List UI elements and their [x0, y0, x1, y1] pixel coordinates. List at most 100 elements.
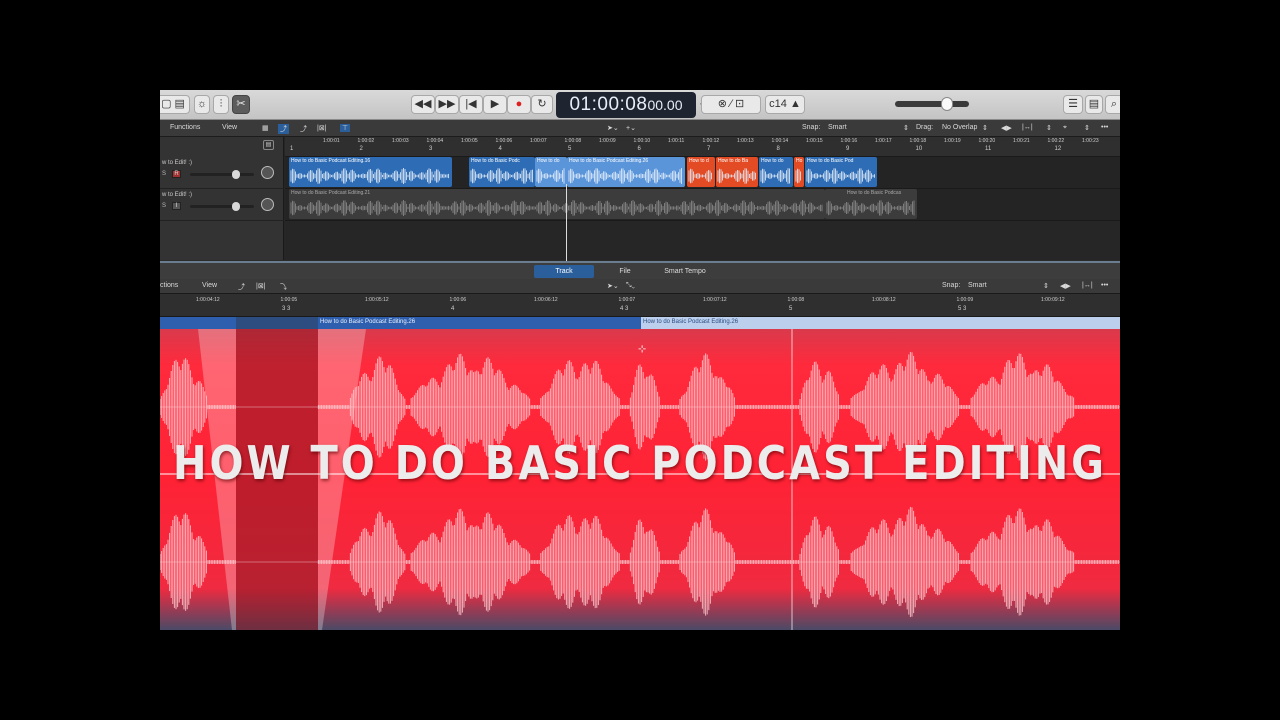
- audio-waveform-editor[interactable]: ⊹ HOW TO DO BASIC PODCAST EDITING: [160, 329, 1120, 630]
- tab-track[interactable]: Track: [534, 265, 594, 278]
- fader-knob[interactable]: [232, 170, 240, 179]
- editor-header: ctions View ⤴ |⊠| ⤵ ➤⌄ ⤡⌄ Snap: Smart ⇕ …: [160, 279, 1120, 294]
- flex-icon[interactable]: |⊠|: [256, 282, 266, 290]
- ruler-timecode: 1:00:06: [449, 297, 467, 303]
- drag-value[interactable]: No Overlap: [942, 124, 977, 131]
- region-selected[interactable]: How to do Basic Podcast Editing.26: [567, 157, 685, 187]
- waveform-zoom-icon[interactable]: ◀▶: [1060, 282, 1071, 290]
- bar-ruler[interactable]: 1:00:01 1:00:02 1:00:03 1:00:04 1:00:05 1:00:…: [285, 137, 1120, 157]
- editor-region-bar[interactable]: How to do Basic Podcast Editing.26 How t…: [160, 317, 1120, 329]
- automation-icon[interactable]: ⤴: [278, 124, 289, 134]
- ruler-bar-number: 11: [985, 146, 992, 152]
- drag-chevron-icon[interactable]: ⇕: [982, 124, 988, 132]
- track-header-2[interactable]: w to Edit! :) S I: [160, 189, 284, 221]
- view-menu[interactable]: View: [202, 282, 217, 289]
- tuner-metronome-group[interactable]: ⊗ ⁄ ⊡: [701, 95, 761, 114]
- ruler-timecode: 1:00:06: [495, 138, 513, 144]
- fader-knob[interactable]: [232, 202, 240, 211]
- rewind-icon[interactable]: ◀◀: [411, 95, 435, 114]
- ruler-bar-number: 5 3: [958, 306, 967, 312]
- tab-file[interactable]: File: [600, 265, 650, 278]
- region[interactable]: How to d: [687, 157, 715, 187]
- region[interactable]: How to do Basic Pod: [805, 157, 877, 187]
- region[interactable]: How to do: [759, 157, 793, 187]
- region-name: How to do: [761, 158, 784, 164]
- second-tool-icon[interactable]: +⌄: [626, 124, 636, 132]
- editors-scissors-icon[interactable]: ✂: [232, 95, 250, 114]
- master-volume-knob[interactable]: [941, 97, 953, 111]
- functions-menu[interactable]: ctions: [160, 282, 178, 289]
- mixer-icon[interactable]: ⫶: [213, 95, 229, 114]
- track-volume-fader[interactable]: [190, 170, 254, 179]
- view-menu[interactable]: View: [222, 124, 237, 131]
- ruler-bar-number: 12: [1054, 146, 1062, 152]
- snap-value[interactable]: Smart: [828, 124, 847, 131]
- ruler-timecode: 1:00:16: [840, 138, 858, 144]
- catch-icon[interactable]: ⤴: [300, 124, 307, 134]
- flex-icon[interactable]: |⊠|: [317, 124, 327, 132]
- go-to-start-icon[interactable]: |◀: [459, 95, 483, 114]
- region-waveform: [717, 168, 756, 184]
- record-icon[interactable]: ●: [507, 95, 531, 114]
- more-icon[interactable]: •••: [1101, 282, 1108, 289]
- catch-playhead-icon[interactable]: ⇕: [1084, 124, 1090, 132]
- cycle-icon[interactable]: ↻: [531, 95, 553, 114]
- region[interactable]: Ho: [794, 157, 804, 187]
- master-volume-slider[interactable]: [895, 97, 969, 111]
- ruler-bar-number: 1: [290, 146, 294, 152]
- pointer-tool-icon[interactable]: ➤⌄: [607, 282, 619, 290]
- snap-chevron-icon[interactable]: ⇕: [1043, 282, 1049, 290]
- play-icon[interactable]: ▶: [483, 95, 507, 114]
- ruler-timecode: 1:00:19: [944, 138, 961, 144]
- horizontal-zoom-icon[interactable]: |↔|: [1082, 282, 1093, 289]
- functions-menu[interactable]: Functions: [170, 124, 200, 131]
- horizontal-zoom-icon[interactable]: |↔|: [1022, 124, 1033, 131]
- search-icon[interactable]: ⌕: [1105, 95, 1120, 114]
- track-volume-fader[interactable]: [190, 202, 254, 211]
- vertical-zoom-icon[interactable]: ⇕: [1046, 124, 1052, 132]
- pointer-tool-icon[interactable]: ➤⌄: [607, 124, 619, 132]
- browser-icon[interactable]: ▤: [1085, 95, 1103, 114]
- ruler-bar-number: 2: [359, 146, 363, 152]
- track-header-1[interactable]: w to Edit! :) S R: [160, 157, 284, 189]
- snap-chevron-icon[interactable]: ⇕: [903, 124, 909, 132]
- ruler-timecode: 1:00:21: [1013, 138, 1030, 144]
- region[interactable]: How to do Basic Podcas: [825, 189, 917, 219]
- pan-knob[interactable]: [261, 166, 274, 179]
- more-icon[interactable]: •••: [1101, 124, 1108, 131]
- forward-icon[interactable]: ▶▶: [435, 95, 459, 114]
- track-lane-2: How to do Basic Podcast Editing.21 How t…: [285, 189, 1120, 221]
- second-tool-icon[interactable]: ⤡⌄: [626, 282, 635, 290]
- ruler-timecode: 1:00:07: [530, 138, 547, 144]
- crosshair-cursor-icon: ⊹: [638, 344, 646, 355]
- smart-controls-icon[interactable]: ☼: [194, 95, 210, 114]
- ruler-timecode: 1:00:20: [978, 138, 996, 144]
- tab-smart-tempo[interactable]: Smart Tempo: [655, 265, 715, 278]
- track-name[interactable]: w to Edit! :): [162, 160, 192, 166]
- region[interactable]: How to do Basic Podc: [469, 157, 535, 187]
- region[interactable]: How to do: [535, 157, 567, 187]
- input-monitor-button[interactable]: I: [172, 202, 181, 210]
- midi-draw-icon[interactable]: ⊤: [340, 124, 351, 132]
- grid-icon[interactable]: ▦: [262, 124, 269, 132]
- list-editors-icon[interactable]: ☰: [1063, 95, 1083, 114]
- snap-to-icon[interactable]: ⌖: [1063, 124, 1067, 132]
- automation-icon[interactable]: ⤴: [238, 282, 245, 292]
- region-waveform: [536, 168, 565, 184]
- region[interactable]: How to do Ba: [716, 157, 758, 187]
- region-waveform: [568, 168, 682, 184]
- catch-icon[interactable]: ⤵: [280, 282, 287, 292]
- region[interactable]: How to do Basic Podcast Editing.21: [289, 189, 825, 219]
- region[interactable]: How to do Basic Podcast Editing.16: [289, 157, 452, 187]
- pan-knob[interactable]: [261, 198, 274, 211]
- key-display[interactable]: c14 ▲: [765, 95, 805, 114]
- snap-value[interactable]: Smart: [968, 282, 987, 289]
- lcd-display[interactable]: 01:00:0800.00: [556, 92, 696, 118]
- track-name[interactable]: w to Edit! :): [162, 192, 192, 198]
- global-tracks-icon[interactable]: ▤: [263, 140, 274, 150]
- ruler-bar-number: 8: [776, 146, 780, 152]
- library-button[interactable]: ▢ ▤: [160, 95, 190, 114]
- waveform-zoom-icon[interactable]: ◀▶: [1001, 124, 1012, 132]
- record-enable-button[interactable]: R: [172, 170, 181, 178]
- editor-ruler[interactable]: 1:00:04:12 1:00:05 1:00:05:12 1:00:06 1:00:0…: [160, 294, 1120, 317]
